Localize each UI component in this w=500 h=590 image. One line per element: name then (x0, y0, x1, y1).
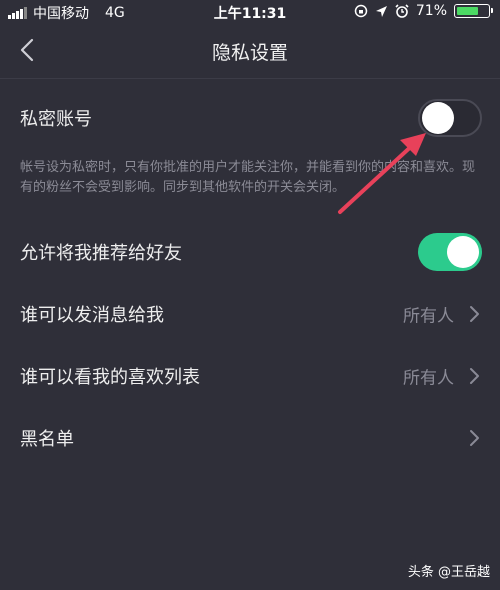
who-can-see-likes-label: 谁可以看我的喜欢列表 (20, 367, 200, 388)
who-can-message-row[interactable]: 谁可以发消息给我 所有人 (0, 284, 500, 344)
who-can-message-label: 谁可以发消息给我 (20, 305, 164, 326)
private-account-description: 帐号设为私密时，只有你批准的用户才能关注你，并能看到你的内容和喜欢。现有的粉丝不… (20, 160, 476, 195)
toggle-knob (447, 236, 479, 268)
toggle-knob (422, 102, 454, 134)
battery-percent: 71% (415, 3, 447, 19)
who-can-message-value: 所有人 (403, 306, 454, 327)
status-bar: 中国移动 4G 上午11:31 71% (0, 0, 500, 24)
battery-icon (454, 4, 493, 18)
who-can-see-likes-value: 所有人 (403, 368, 454, 389)
who-can-see-likes-row[interactable]: 谁可以看我的喜欢列表 所有人 (0, 346, 500, 406)
recommend-friends-row: 允许将我推荐给好友 (0, 222, 500, 282)
chevron-right-icon (470, 430, 479, 446)
status-right: 71% (354, 3, 493, 19)
chevron-right-icon (470, 368, 479, 384)
alarm-icon (395, 4, 409, 18)
watermark-text: 头条 @王岳越 (407, 565, 490, 580)
recommend-friends-toggle[interactable] (418, 233, 482, 271)
private-account-row: 私密账号 (0, 88, 500, 148)
lock-rotation-icon (354, 4, 368, 18)
blacklist-row[interactable]: 黑名单 (0, 408, 500, 468)
blacklist-label: 黑名单 (20, 429, 74, 450)
chevron-right-icon (470, 306, 479, 322)
nav-divider (0, 78, 500, 79)
location-icon (375, 5, 387, 17)
private-account-toggle[interactable] (418, 99, 482, 137)
nav-bar: 隐私设置 (0, 24, 500, 78)
recommend-friends-label: 允许将我推荐给好友 (20, 243, 182, 264)
page-title: 隐私设置 (211, 42, 288, 64)
private-account-label: 私密账号 (20, 109, 92, 130)
